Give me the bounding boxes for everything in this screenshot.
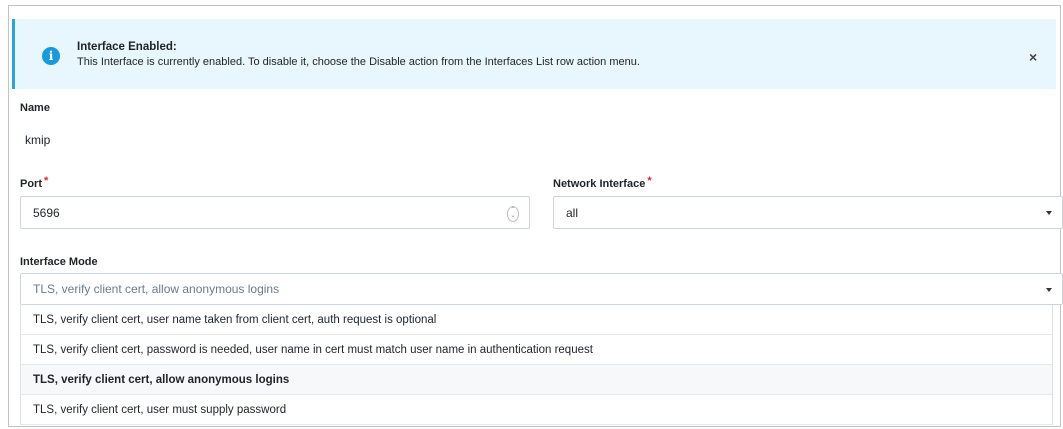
required-asterisk: * (44, 175, 49, 187)
alert-message: This Interface is currently enabled. To … (77, 56, 640, 68)
required-asterisk: * (647, 175, 652, 187)
interface-mode-value: TLS, verify client cert, allow anonymous… (33, 282, 280, 296)
port-label: Port * (20, 175, 49, 190)
port-label-text: Port (20, 178, 42, 190)
interface-mode-label: Interface Mode (20, 256, 98, 268)
name-label: Name (20, 102, 50, 114)
mode-option-selected[interactable]: TLS, verify client cert, allow anonymous… (21, 365, 1052, 395)
interface-mode-select[interactable]: TLS, verify client cert, allow anonymous… (20, 273, 1063, 305)
stepper-icon[interactable]: ⌃ ⌄ (507, 206, 519, 222)
port-input[interactable]: 5696 ⌃ ⌄ (20, 196, 530, 229)
info-icon: i (42, 47, 60, 65)
close-icon[interactable]: × (1029, 49, 1037, 65)
alert-title: Interface Enabled: (77, 41, 177, 53)
network-interface-value: all (566, 205, 579, 220)
mode-option[interactable]: TLS, verify client cert, password is nee… (21, 335, 1052, 365)
network-label-text: Network Interface (553, 178, 646, 190)
network-interface-select[interactable]: all (553, 196, 1063, 229)
name-value: kmip (25, 133, 51, 147)
interface-mode-options: TLS, verify client cert, user name taken… (20, 305, 1053, 425)
interface-enabled-alert: i Interface Enabled: This Interface is c… (12, 19, 1056, 89)
mode-option[interactable]: TLS, verify client cert, user name taken… (21, 305, 1052, 335)
network-interface-label: Network Interface * (553, 175, 652, 190)
chevron-down-icon (1046, 211, 1052, 215)
chevron-down-icon (1046, 288, 1052, 292)
port-value: 5696 (33, 205, 60, 220)
mode-option[interactable]: TLS, verify client cert, user must suppl… (21, 395, 1052, 425)
